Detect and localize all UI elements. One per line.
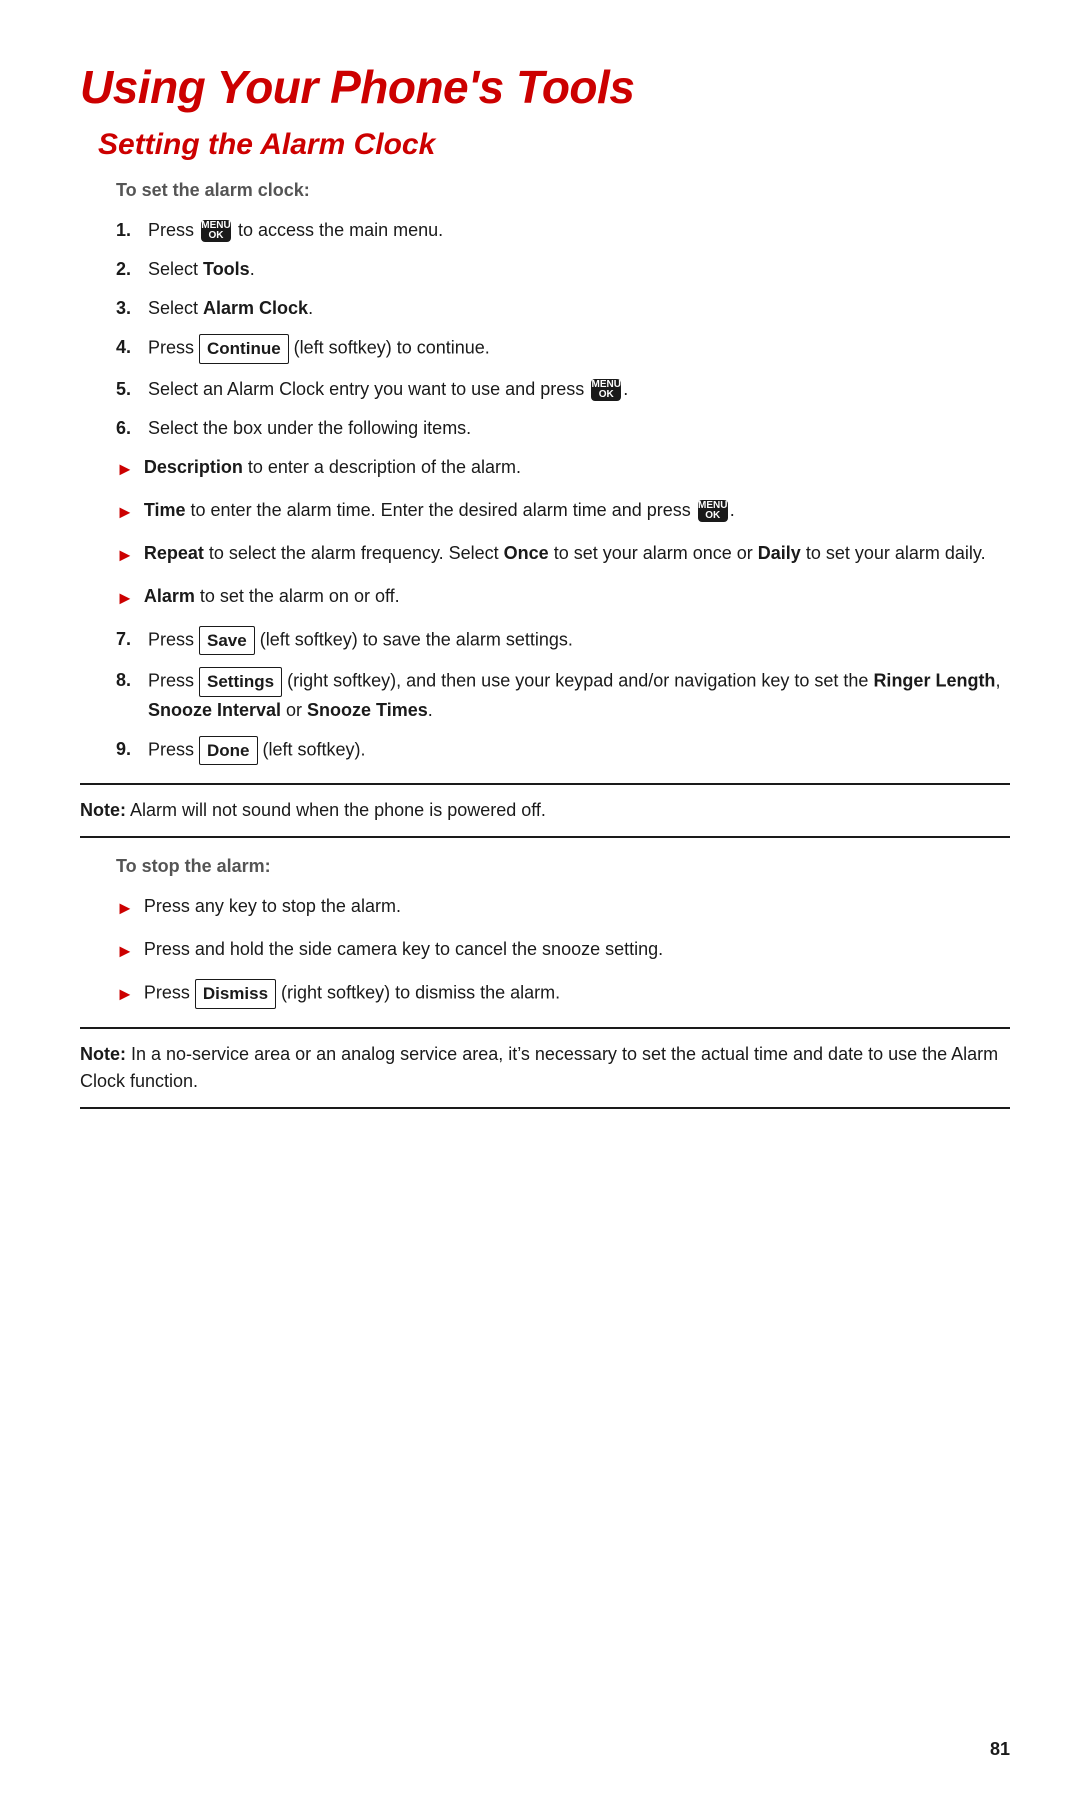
step-3-text: Select Alarm Clock.	[148, 295, 1010, 322]
steps-list: 1. Press MENUOK to access the main menu.…	[116, 217, 1010, 442]
step-num-7: 7.	[116, 626, 148, 653]
sub-heading-stop-alarm: To stop the alarm:	[116, 856, 1010, 877]
time-bold: Time	[144, 500, 186, 520]
step-6-text: Select the box under the following items…	[148, 415, 1010, 442]
arrow-icon-4: ►	[116, 585, 134, 612]
step-4: 4. Press Continue (left softkey) to cont…	[116, 334, 1010, 364]
snooze-interval-bold: Snooze Interval	[148, 700, 281, 720]
note-1-label: Note:	[80, 800, 126, 820]
step-3-bold: Alarm Clock	[203, 298, 308, 318]
bullet-alarm-text: Alarm to set the alarm on or off.	[144, 583, 1010, 610]
step-num-9: 9.	[116, 736, 148, 763]
section-title: Setting the Alarm Clock	[98, 128, 1010, 162]
bullet-time-text: Time to enter the alarm time. Enter the …	[144, 497, 1010, 524]
step-num-2: 2.	[116, 256, 148, 283]
stop-bullet-1-text: Press any key to stop the alarm.	[144, 893, 1010, 920]
bullet-repeat-text: Repeat to select the alarm frequency. Se…	[144, 540, 1010, 567]
step-9: 9. Press Done (left softkey).	[116, 736, 1010, 766]
snooze-times-bold: Snooze Times	[307, 700, 428, 720]
stop-bullet-2: ► Press and hold the side camera key to …	[116, 936, 1010, 965]
step-3: 3. Select Alarm Clock.	[116, 295, 1010, 322]
description-bold: Description	[144, 457, 243, 477]
menu-ok-icon-5: MENUOK	[591, 379, 621, 401]
page-number: 81	[990, 1739, 1010, 1760]
stop-alarm-bullets: ► Press any key to stop the alarm. ► Pre…	[116, 893, 1010, 1009]
step-8: 8. Press Settings (right softkey), and t…	[116, 667, 1010, 724]
note-2-label: Note:	[80, 1044, 126, 1064]
step-2: 2. Select Tools.	[116, 256, 1010, 283]
step-1-text: Press MENUOK to access the main menu.	[148, 217, 1010, 244]
bullet-description: ► Description to enter a description of …	[116, 454, 1010, 483]
arrow-icon-stop-1: ►	[116, 895, 134, 922]
ringer-length-bold: Ringer Length	[873, 671, 995, 691]
note-1: Note: Alarm will not sound when the phon…	[80, 783, 1010, 838]
arrow-icon-2: ►	[116, 499, 134, 526]
step-1: 1. Press MENUOK to access the main menu.	[116, 217, 1010, 244]
done-button-label: Done	[199, 736, 258, 766]
continue-button-label: Continue	[199, 334, 289, 364]
repeat-bold: Repeat	[144, 543, 204, 563]
once-bold: Once	[504, 543, 549, 563]
menu-ok-icon-1: MENUOK	[201, 220, 231, 242]
note-1-text: Alarm will not sound when the phone is p…	[130, 800, 546, 820]
stop-bullet-3: ► Press Dismiss (right softkey) to dismi…	[116, 979, 1010, 1009]
page-title: Using Your Phone's Tools	[80, 60, 1010, 114]
alarm-bold: Alarm	[144, 586, 195, 606]
arrow-icon-stop-2: ►	[116, 938, 134, 965]
daily-bold: Daily	[758, 543, 801, 563]
step-2-text: Select Tools.	[148, 256, 1010, 283]
stop-bullet-3-text: Press Dismiss (right softkey) to dismiss…	[144, 979, 1010, 1009]
stop-bullet-2-text: Press and hold the side camera key to ca…	[144, 936, 1010, 963]
step-num-6: 6.	[116, 415, 148, 442]
step-7: 7. Press Save (left softkey) to save the…	[116, 626, 1010, 656]
step-num-8: 8.	[116, 667, 148, 694]
menu-ok-icon-time: MENUOK	[698, 500, 728, 522]
dismiss-button-label: Dismiss	[195, 979, 276, 1009]
step-num-4: 4.	[116, 334, 148, 361]
steps-list-2: 7. Press Save (left softkey) to save the…	[116, 626, 1010, 766]
bullet-alarm: ► Alarm to set the alarm on or off.	[116, 583, 1010, 612]
step-6-bullets: ► Description to enter a description of …	[116, 454, 1010, 612]
arrow-icon-stop-3: ►	[116, 981, 134, 1008]
arrow-icon-3: ►	[116, 542, 134, 569]
note-2-text: In a no-service area or an analog servic…	[80, 1044, 998, 1091]
sub-heading-set-alarm: To set the alarm clock:	[116, 180, 1010, 201]
bullet-description-text: Description to enter a description of th…	[144, 454, 1010, 481]
save-button-label: Save	[199, 626, 255, 656]
step-5-text: Select an Alarm Clock entry you want to …	[148, 376, 1010, 403]
bullet-time: ► Time to enter the alarm time. Enter th…	[116, 497, 1010, 526]
step-num-5: 5.	[116, 376, 148, 403]
step-8-text: Press Settings (right softkey), and then…	[148, 667, 1010, 724]
stop-bullet-1: ► Press any key to stop the alarm.	[116, 893, 1010, 922]
step-9-text: Press Done (left softkey).	[148, 736, 1010, 766]
arrow-icon-1: ►	[116, 456, 134, 483]
note-2: Note: In a no-service area or an analog …	[80, 1027, 1010, 1109]
settings-button-label: Settings	[199, 667, 282, 697]
bullet-repeat: ► Repeat to select the alarm frequency. …	[116, 540, 1010, 569]
step-num-1: 1.	[116, 217, 148, 244]
step-num-3: 3.	[116, 295, 148, 322]
step-4-text: Press Continue (left softkey) to continu…	[148, 334, 1010, 364]
step-5: 5. Select an Alarm Clock entry you want …	[116, 376, 1010, 403]
step-6: 6. Select the box under the following it…	[116, 415, 1010, 442]
step-7-text: Press Save (left softkey) to save the al…	[148, 626, 1010, 656]
step-2-bold: Tools	[203, 259, 250, 279]
